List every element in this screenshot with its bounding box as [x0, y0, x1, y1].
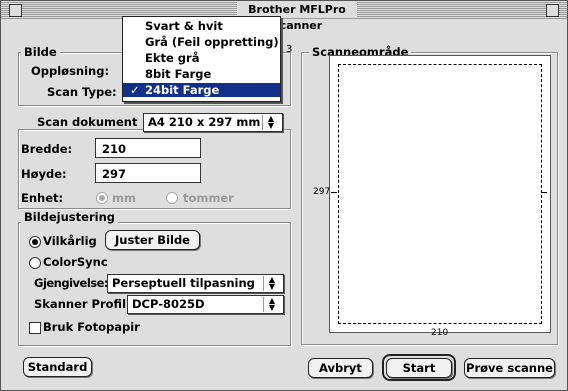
updown-arrows-icon: ▲ ▼ — [262, 115, 279, 130]
arbitrary-radio[interactable] — [29, 236, 41, 248]
resolution-label: Oppløsning: — [31, 64, 110, 78]
photo-paper-label: Bruk Fotopapir — [43, 320, 140, 334]
title-bar[interactable]: Brother MFLPro Scanner — [1, 1, 567, 32]
width-label: Bredde: — [21, 142, 73, 156]
unit-inch-radio[interactable] — [166, 192, 178, 204]
menu-item-24bit-color[interactable]: ✓ 24bit Farge — [123, 83, 280, 97]
cancel-button[interactable]: Avbryt — [308, 358, 373, 378]
height-ruler-line — [331, 192, 337, 193]
rendering-select[interactable]: Perseptuell tilpasning ▲ ▼ — [107, 274, 284, 293]
menu-item-8bit-color[interactable]: 8bit Farge — [123, 67, 280, 81]
document-size-select[interactable]: A4 210 x 297 mm ▲ ▼ — [143, 113, 283, 132]
adjust-image-button[interactable]: Juster Bilde — [105, 230, 200, 250]
menu-item-true-gray[interactable]: Ekte grå — [123, 51, 280, 65]
menu-item-24bit-color-label: 24bit Farge — [145, 83, 220, 97]
colorsync-radio[interactable] — [29, 257, 41, 269]
height-ruler-right — [541, 192, 547, 193]
menu-item-gray-error-diffusion[interactable]: Grå (Feil oppretting) — [123, 35, 280, 49]
scan-area-boundary[interactable] — [338, 64, 542, 324]
updown-arrows-icon: ▲ ▼ — [263, 297, 280, 312]
menu-item-black-white[interactable]: Svart & hvit — [123, 19, 280, 33]
unit-mm-radio[interactable] — [96, 192, 108, 204]
height-label: Høyde: — [21, 167, 67, 181]
colorsync-label: ColorSync — [43, 255, 108, 269]
unit-mm-label: mm — [112, 191, 136, 205]
zoom-box-icon[interactable] — [546, 4, 559, 17]
unit-inch-label: tommer — [183, 191, 234, 205]
prescan-button[interactable]: Prøve scanne — [464, 358, 555, 378]
height-field[interactable]: 297 — [95, 163, 201, 183]
scanner-window: Brother MFLPro Scanner Bilde Oppløsning:… — [0, 0, 568, 391]
rendering-label: Gjengivelse: — [34, 276, 109, 290]
start-button[interactable]: Start — [386, 358, 452, 378]
width-field[interactable]: 210 — [95, 138, 201, 158]
close-box-icon[interactable] — [9, 4, 22, 17]
document-group-label: Scan dokument — [34, 115, 141, 129]
profile-select[interactable]: DCP-8025D ▲ ▼ — [127, 295, 284, 314]
standard-button[interactable]: Standard — [23, 357, 92, 377]
scan-type-menu[interactable]: Svart & hvit Grå (Feil oppretting) Ekte … — [122, 16, 281, 102]
profile-label: Skanner Profil: — [34, 297, 131, 311]
document-size-value: A4 210 x 297 mm — [148, 115, 261, 129]
width-ruler-mark: 210 — [431, 328, 449, 338]
adjust-group-label: Bildejustering — [21, 210, 118, 224]
scan-type-label: Scan Type: — [47, 85, 117, 99]
unit-label: Enhet: — [21, 191, 64, 205]
profile-value: DCP-8025D — [132, 297, 205, 311]
rendering-value: Perseptuell tilpasning — [112, 276, 255, 290]
arbitrary-label: Vilkårlig — [43, 234, 97, 248]
hidden-digit: 3 — [286, 44, 293, 55]
checkmark-icon: ✓ — [130, 83, 140, 97]
photo-paper-checkbox[interactable] — [29, 322, 41, 334]
scan-area-preview[interactable] — [329, 55, 551, 333]
height-ruler-mark: 297 — [313, 187, 331, 197]
image-group-label: Bilde — [21, 45, 60, 59]
updown-arrows-icon: ▲ ▼ — [263, 276, 280, 291]
